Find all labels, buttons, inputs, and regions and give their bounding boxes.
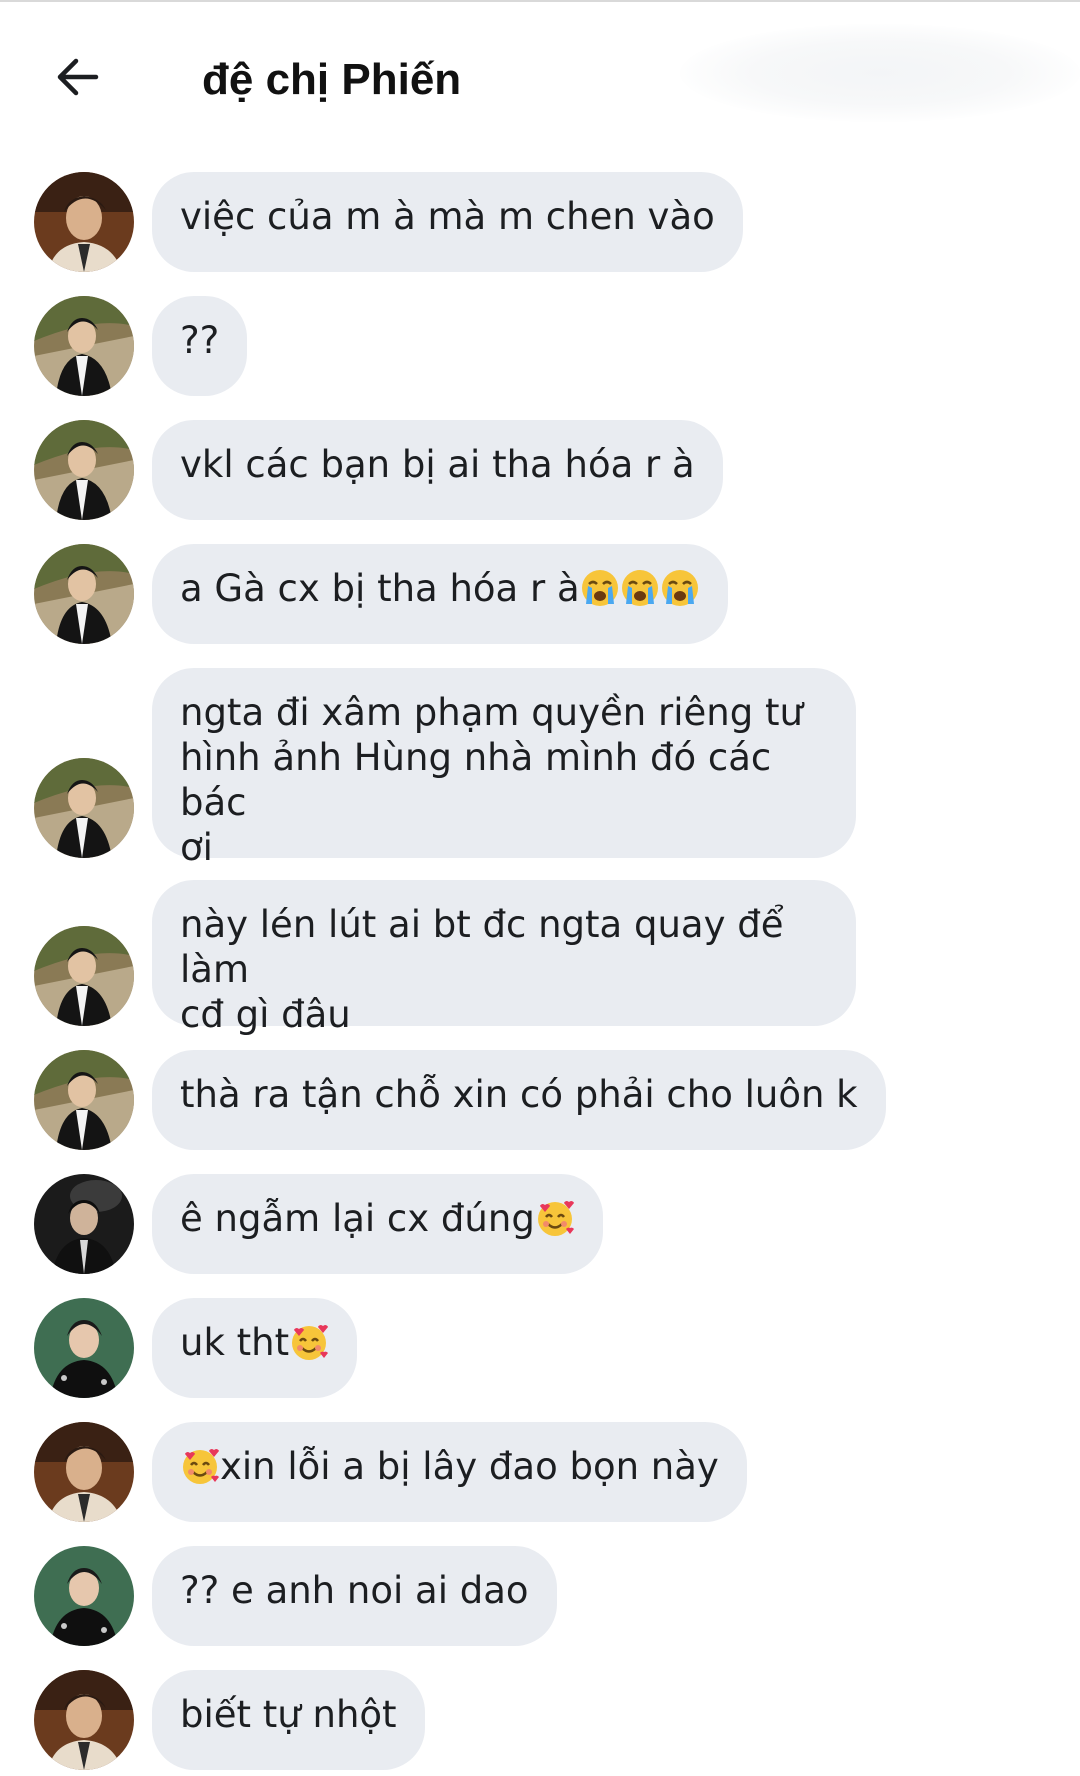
message-bubble[interactable]: ?? e anh noi ai dao [152, 1546, 557, 1646]
message-bubble[interactable]: việc của m à mà m chen vào [152, 172, 743, 272]
message-bubble[interactable]: uk tht [152, 1298, 358, 1398]
message-text: ê ngẫm lại cx đúng [180, 1197, 535, 1240]
avatar[interactable] [34, 544, 134, 644]
message-text: thà ra tận chỗ xin có phải cho luôn k [180, 1073, 858, 1116]
avatar[interactable] [34, 758, 134, 858]
message-text: xin lỗi a bị lây đao bọn này [220, 1445, 719, 1488]
message-text: biết tự nhột [180, 1693, 397, 1736]
message-text: a Gà cx bị tha hóa r à [180, 567, 580, 610]
avatar[interactable] [34, 1546, 134, 1646]
smiling-face-with-hearts-emoji [535, 1198, 575, 1238]
message-text-line: cđ gì đâu [180, 993, 351, 1036]
message-text: việc của m à mà m chen vào [180, 195, 715, 238]
avatar[interactable] [34, 172, 134, 272]
message-bubble[interactable]: vkl các bạn bị ai tha hóa r à [152, 420, 723, 520]
crying-face-emoji [620, 568, 660, 608]
avatar[interactable] [34, 296, 134, 396]
message-text-line: ngta đi xâm phạm quyền riêng tư [180, 691, 803, 734]
message-bubble[interactable]: ê ngẫm lại cx đúng [152, 1174, 603, 1274]
avatar[interactable] [34, 1670, 134, 1770]
smiling-face-with-hearts-emoji [180, 1446, 220, 1486]
message-bubble[interactable]: ?? [152, 296, 248, 396]
crying-face-emoji [580, 568, 620, 608]
message-bubble[interactable]: ngta đi xâm phạm quyền riêng tư hình ảnh… [152, 668, 856, 869]
message-text: ?? [180, 319, 220, 362]
avatar[interactable] [34, 420, 134, 520]
avatar[interactable] [34, 1298, 134, 1398]
message-text: ?? e anh noi ai dao [180, 1569, 529, 1612]
message-text-line: ơi [180, 826, 213, 869]
avatar[interactable] [34, 926, 134, 1026]
avatar[interactable] [34, 1422, 134, 1522]
message-bubble[interactable]: này lén lút ai bt đc ngta quay để làm cđ… [152, 880, 856, 1036]
message-text-line: này lén lút ai bt đc ngta quay để làm [180, 903, 784, 991]
message-list[interactable]: việc của m à mà m chen vào ?? vkl các bạ… [0, 0, 1080, 1776]
message-bubble[interactable]: xin lỗi a bị lây đao bọn này [152, 1422, 747, 1522]
message-text: uk tht [180, 1321, 290, 1364]
message-bubble[interactable]: thà ra tận chỗ xin có phải cho luôn k [152, 1050, 886, 1150]
message-text-line: hình ảnh Hùng nhà mình đó các bác [180, 736, 772, 824]
avatar[interactable] [34, 1050, 134, 1150]
message-text: vkl các bạn bị ai tha hóa r à [180, 443, 695, 486]
avatar[interactable] [34, 1174, 134, 1274]
message-bubble[interactable]: a Gà cx bị tha hóa r à [152, 544, 728, 644]
crying-face-emoji [660, 568, 700, 608]
smiling-face-with-hearts-emoji [289, 1322, 329, 1362]
message-bubble[interactable]: biết tự nhột [152, 1670, 425, 1770]
